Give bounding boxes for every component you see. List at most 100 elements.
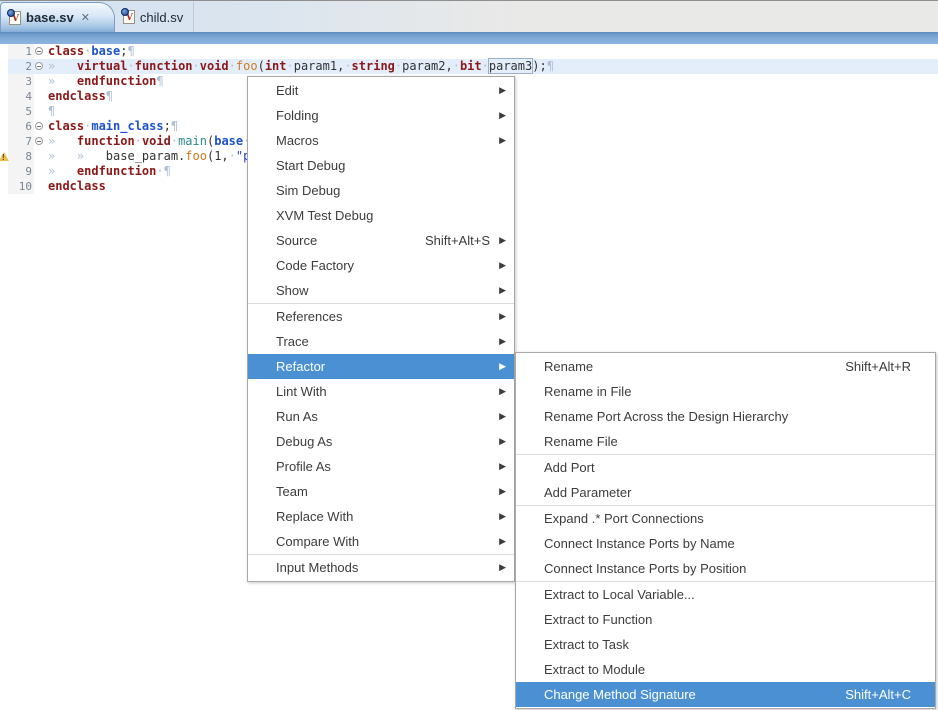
tab-label: base.sv xyxy=(26,10,74,25)
menu-item-label: Lint With xyxy=(276,379,327,404)
menu-item-label: Start Debug xyxy=(276,153,345,178)
menu-item-replace-with[interactable]: Replace With▶ xyxy=(248,504,514,529)
menu-item-lint-with[interactable]: Lint With▶ xyxy=(248,379,514,404)
menu-item-xvm-test-debug[interactable]: XVM Test Debug xyxy=(248,203,514,228)
menu-item-input-methods[interactable]: Input Methods▶ xyxy=(248,555,514,580)
submenu-item-expand-port-connections[interactable]: Expand .* Port Connections xyxy=(516,506,935,531)
menu-item-sim-debug[interactable]: Sim Debug xyxy=(248,178,514,203)
menu-item-shortcut: Shift+Alt+S xyxy=(425,228,490,253)
menu-item-label: Debug As xyxy=(276,429,332,454)
menu-item-label: Rename Port Across the Design Hierarchy xyxy=(544,404,788,429)
close-icon[interactable]: ✕ xyxy=(81,11,90,24)
submenu-arrow-icon: ▶ xyxy=(496,479,506,504)
menu-item-macros[interactable]: Macros ▶ xyxy=(248,128,514,153)
submenu-item-rename-file[interactable]: Rename File xyxy=(516,429,935,454)
gutter-ruler xyxy=(0,74,8,89)
submenu-item-rename[interactable]: Rename Shift+Alt+R xyxy=(516,354,935,379)
menu-item-team[interactable]: Team▶ xyxy=(248,479,514,504)
submenu-item-extract-to-module[interactable]: Extract to Module xyxy=(516,657,935,682)
active-tab-strip xyxy=(0,32,938,44)
menu-item-folding[interactable]: Folding▶ xyxy=(248,103,514,128)
menu-item-label: Input Methods xyxy=(276,555,358,580)
menu-item-code-factory[interactable]: Code Factory▶ xyxy=(248,253,514,278)
fold-column xyxy=(34,164,46,179)
line-number: 7 xyxy=(8,134,34,149)
menu-item-refactor[interactable]: Refactor ▶ xyxy=(248,354,514,379)
submenu-arrow-icon: ▶ xyxy=(496,454,506,479)
menu-item-label: Rename in File xyxy=(544,379,631,404)
menu-item-label: Macros xyxy=(276,128,319,153)
editor-tab-bar: base.sv ✕ child.sv xyxy=(0,0,938,32)
submenu-item-add-parameter[interactable]: Add Parameter xyxy=(516,480,935,505)
line-number: 5 xyxy=(8,104,34,119)
context-menu: Edit▶Folding▶Macros▶Start DebugSim Debug… xyxy=(247,76,515,582)
menu-item-label: Connect Instance Ports by Position xyxy=(544,556,746,581)
submenu-arrow-icon: ▶ xyxy=(496,278,506,303)
gutter-ruler xyxy=(0,179,8,194)
line-number: 8 xyxy=(8,149,34,164)
menu-item-debug-as[interactable]: Debug As▶ xyxy=(248,429,514,454)
gutter-ruler xyxy=(0,134,8,149)
fold-column xyxy=(34,44,46,59)
tab-base-sv[interactable]: base.sv ✕ xyxy=(0,2,115,32)
menu-item-label: Extract to Local Variable... xyxy=(544,582,695,607)
menu-item-references[interactable]: References▶ xyxy=(248,304,514,329)
gutter-ruler xyxy=(0,149,8,164)
menu-item-edit[interactable]: Edit▶ xyxy=(248,78,514,103)
menu-item-compare-with[interactable]: Compare With ▶ xyxy=(248,529,514,554)
menu-item-run-as[interactable]: Run As▶ xyxy=(248,404,514,429)
fold-collapse-icon[interactable] xyxy=(35,137,43,145)
submenu-item-rename-port-across-the-design-hierarchy[interactable]: Rename Port Across the Design Hierarchy xyxy=(516,404,935,429)
submenu-item-add-port[interactable]: Add Port xyxy=(516,455,935,480)
line-number: 6 xyxy=(8,119,34,134)
menu-item-label: Refactor xyxy=(276,354,325,379)
menu-item-label: Source xyxy=(276,228,317,253)
warning-icon xyxy=(0,152,9,161)
fold-column xyxy=(34,134,46,149)
submenu-arrow-icon: ▶ xyxy=(496,304,506,329)
submenu-item-change-method-signature[interactable]: Change Method SignatureShift+Alt+C xyxy=(516,682,935,707)
fold-collapse-icon[interactable] xyxy=(35,122,43,130)
menu-item-label: Connect Instance Ports by Name xyxy=(544,531,735,556)
submenu-arrow-icon: ▶ xyxy=(496,228,506,253)
fold-collapse-icon[interactable] xyxy=(35,62,43,70)
tab-child-sv[interactable]: child.sv xyxy=(115,2,194,32)
submenu-item-rename-in-file[interactable]: Rename in File xyxy=(516,379,935,404)
submenu-item-connect-instance-ports-by-name[interactable]: Connect Instance Ports by Name xyxy=(516,531,935,556)
menu-item-label: Change Method Signature xyxy=(544,682,696,707)
menu-item-label: Compare With xyxy=(276,529,359,554)
menu-item-label: Add Parameter xyxy=(544,480,631,505)
submenu-arrow-icon: ▶ xyxy=(496,404,506,429)
line-number: 2 xyxy=(8,59,34,74)
code-line[interactable]: 2» virtual·function·void·foo(int·param1,… xyxy=(0,59,938,74)
menu-item-trace[interactable]: Trace▶ xyxy=(248,329,514,354)
menu-item-profile-as[interactable]: Profile As▶ xyxy=(248,454,514,479)
menu-item-label: Rename File xyxy=(544,429,618,454)
gutter-ruler xyxy=(0,44,8,59)
menu-item-label: Rename xyxy=(544,354,593,379)
menu-item-show[interactable]: Show▶ xyxy=(248,278,514,303)
submenu-item-extract-to-function[interactable]: Extract to Function xyxy=(516,607,935,632)
submenu-item-extract-to-local-variable[interactable]: Extract to Local Variable... xyxy=(516,582,935,607)
line-number: 10 xyxy=(8,179,34,194)
gutter-ruler xyxy=(0,89,8,104)
fold-collapse-icon[interactable] xyxy=(35,47,43,55)
sv-file-icon xyxy=(9,11,21,25)
menu-item-start-debug[interactable]: Start Debug xyxy=(248,153,514,178)
submenu-item-extract-to-task[interactable]: Extract to Task xyxy=(516,632,935,657)
submenu-arrow-icon: ▶ xyxy=(496,529,506,554)
submenu-arrow-icon: ▶ xyxy=(496,354,506,379)
code-line[interactable]: 1class·base;¶ xyxy=(0,44,938,59)
menu-item-label: Replace With xyxy=(276,504,353,529)
menu-item-label: Trace xyxy=(276,329,309,354)
menu-item-label: XVM Test Debug xyxy=(276,203,373,228)
refactor-submenu: Rename Shift+Alt+R Rename in FileRename Po… xyxy=(515,352,936,709)
line-number: 1 xyxy=(8,44,34,59)
fold-column xyxy=(34,59,46,74)
submenu-item-connect-instance-ports-by-position[interactable]: Connect Instance Ports by Position xyxy=(516,556,935,581)
menu-item-label: Folding xyxy=(276,103,319,128)
menu-item-shortcut: Shift+Alt+R xyxy=(845,354,911,379)
sv-file-icon xyxy=(123,10,135,24)
submenu-arrow-icon: ▶ xyxy=(496,128,506,153)
menu-item-source[interactable]: Source Shift+Alt+S▶ xyxy=(248,228,514,253)
